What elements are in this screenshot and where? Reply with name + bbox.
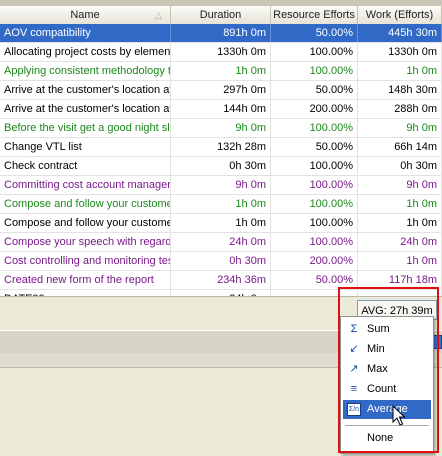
column-header-work[interactable]: Work (Efforts) <box>358 6 442 24</box>
table-row[interactable]: Before the visit get a good night sleep 9… <box>0 119 442 138</box>
table-cell-name: Arrive at the customer's location at lea… <box>0 81 171 99</box>
table-cell-duration: 0h 30m <box>171 157 271 175</box>
min-icon: ↙ <box>349 343 359 355</box>
menu-separator <box>345 425 429 426</box>
column-header-duration[interactable]: Duration <box>171 6 271 24</box>
table-cell-name: Change VTL list <box>0 138 171 156</box>
table-cell-efforts: 50.00% <box>271 81 358 99</box>
table-cell-efforts: 50.00% <box>271 271 358 289</box>
table-cell-duration: 9h 0m <box>171 176 271 194</box>
table-cell-efforts: 100.00% <box>271 176 358 194</box>
menu-item-none[interactable]: None <box>343 429 431 448</box>
table-cell-name: Allocating project costs by elements of … <box>0 43 171 61</box>
table-cell-duration: 297h 0m <box>171 81 271 99</box>
menu-item-sum[interactable]: Σ Sum <box>343 320 431 339</box>
table-cell-work: 9h 0m <box>358 176 442 194</box>
column-header-resource-efforts[interactable]: Resource Efforts <box>271 6 358 24</box>
table-row[interactable]: Compose and follow your customer visit1h… <box>0 195 442 214</box>
menu-item-count-label: Count <box>367 383 397 395</box>
table-cell-work: 1330h 0m <box>358 43 442 61</box>
menu-item-none-label: None <box>367 432 394 444</box>
data-grid[interactable]: Name △ Duration Resource Efforts Work (Ef… <box>0 0 442 322</box>
table-cell-duration: 144h 0m <box>171 100 271 118</box>
max-icon: ↗ <box>349 363 359 375</box>
menu-item-min-label: Min <box>367 343 385 355</box>
grid-rows: AOV compatibility 891h 0m 50.00% 445h 30m Al… <box>0 24 442 302</box>
table-cell-duration: 891h 0m <box>171 24 271 42</box>
table-row[interactable]: Compose and follow your customer visit1h… <box>0 214 442 233</box>
table-cell-duration: 132h 28m <box>171 138 271 156</box>
table-cell-duration: 1330h 0m <box>171 43 271 61</box>
table-cell-work: 1h 0m <box>358 214 442 232</box>
table-cell-work: 445h 30m <box>358 24 442 42</box>
table-cell-duration: 1h 0m <box>171 62 271 80</box>
table-cell-efforts: 100.00% <box>271 195 358 213</box>
menu-item-average[interactable]: Σ/n Average <box>343 400 431 419</box>
table-cell-work: 1h 0m <box>358 62 442 80</box>
table-cell-efforts: 100.00% <box>271 214 358 232</box>
table-cell-name: AOV compatibility <box>0 24 171 42</box>
table-cell-work: 1h 0m <box>358 252 442 270</box>
mouse-cursor-icon <box>392 405 406 426</box>
sort-up-icon: △ <box>155 10 162 20</box>
table-cell-work: 148h 30m <box>358 81 442 99</box>
table-cell-duration: 1h 0m <box>171 195 271 213</box>
table-row[interactable]: Cost controlling and monitoring test 0h 3… <box>0 252 442 271</box>
table-cell-name: Created new form of the report <box>0 271 171 289</box>
table-row[interactable]: Compose your speech with regard to 24h 0m… <box>0 233 442 252</box>
table-cell-efforts: 50.00% <box>271 138 358 156</box>
table-cell-name: Before the visit get a good night sleep <box>0 119 171 137</box>
table-cell-work: 117h 18m <box>358 271 442 289</box>
table-cell-duration: 24h 0m <box>171 233 271 251</box>
table-cell-work: 1h 0m <box>358 195 442 213</box>
table-cell-efforts: 100.00% <box>271 157 358 175</box>
table-row[interactable]: Check contract 0h 30m 100.00% 0h 30m <box>0 157 442 176</box>
table-row[interactable]: Applying consistent methodology to ident… <box>0 62 442 81</box>
column-header-name-label: Name <box>70 9 100 21</box>
menu-item-min[interactable]: ↙ Min <box>343 340 431 359</box>
summary-function-menu: Σ Sum ↙ Min ↗ Max ≡ Count Σ/n Average No… <box>340 316 434 454</box>
menu-item-sum-label: Sum <box>367 323 390 335</box>
menu-item-max[interactable]: ↗ Max <box>343 360 431 379</box>
table-cell-efforts: 100.00% <box>271 233 358 251</box>
table-row[interactable]: Change VTL list 132h 28m 50.00% 66h 14m <box>0 138 442 157</box>
table-cell-duration: 0h 30m <box>171 252 271 270</box>
sigma-icon: Σ <box>350 323 358 335</box>
table-cell-work: 0h 30m <box>358 157 442 175</box>
table-cell-work: 66h 14m <box>358 138 442 156</box>
table-cell-name: Applying consistent methodology to ident… <box>0 62 171 80</box>
table-row[interactable]: Allocating project costs by elements of … <box>0 43 442 62</box>
column-header-name[interactable]: Name △ <box>0 6 171 24</box>
table-row[interactable]: Arrive at the customer's location at lea… <box>0 81 442 100</box>
table-cell-efforts: 100.00% <box>271 119 358 137</box>
table-cell-name: Compose and follow your customer visit <box>0 195 171 213</box>
table-row[interactable]: AOV compatibility 891h 0m 50.00% 445h 30m <box>0 24 442 43</box>
table-cell-duration: 234h 36m <box>171 271 271 289</box>
table-row[interactable]: Committing cost account managers to 9h 0m… <box>0 176 442 195</box>
table-cell-name: Compose and follow your customer visit <box>0 214 171 232</box>
table-cell-work: 9h 0m <box>358 119 442 137</box>
table-cell-work: 288h 0m <box>358 100 442 118</box>
table-cell-work: 24h 0m <box>358 233 442 251</box>
count-icon: ≡ <box>350 383 358 395</box>
table-cell-efforts: 200.00% <box>271 100 358 118</box>
table-cell-efforts: 200.00% <box>271 252 358 270</box>
average-icon: Σ/n <box>347 403 361 416</box>
table-cell-name: Check contract <box>0 157 171 175</box>
column-header-row: Name △ Duration Resource Efforts Work (Ef… <box>0 6 442 25</box>
table-cell-efforts: 100.00% <box>271 43 358 61</box>
table-cell-name: Committing cost account managers to <box>0 176 171 194</box>
menu-item-count[interactable]: ≡ Count <box>343 380 431 399</box>
table-cell-efforts: 50.00% <box>271 24 358 42</box>
table-cell-duration: 9h 0m <box>171 119 271 137</box>
table-cell-duration: 1h 0m <box>171 214 271 232</box>
menu-item-max-label: Max <box>367 363 388 375</box>
table-row[interactable]: Created new form of the report 234h 36m 50… <box>0 271 442 290</box>
table-row[interactable]: Arrive at the customer's location at lea… <box>0 100 442 119</box>
table-cell-name: Cost controlling and monitoring test <box>0 252 171 270</box>
table-cell-name: Arrive at the customer's location at lea… <box>0 100 171 118</box>
table-cell-efforts: 100.00% <box>271 62 358 80</box>
table-cell-name: Compose your speech with regard to <box>0 233 171 251</box>
